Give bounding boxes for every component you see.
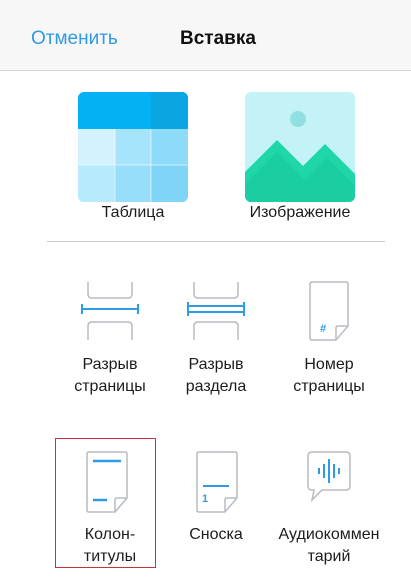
section-divider	[47, 241, 385, 242]
header-footer-button[interactable]: Колон- титулы	[55, 450, 165, 568]
table-icon	[78, 92, 188, 202]
header-footer-label-line2: титулы	[83, 548, 137, 565]
footnote-button[interactable]: 1 Сноска	[161, 450, 271, 546]
header-footer-label-line1: Колон-	[84, 526, 136, 543]
page-number-icon: #	[309, 281, 349, 341]
insert-table-button[interactable]: Таблица	[63, 92, 203, 222]
page-number-label-line1: Номер	[304, 356, 354, 373]
section-break-icon	[187, 282, 245, 340]
insert-table-label: Таблица	[101, 204, 165, 221]
page-break-label-line2: страницы	[74, 378, 146, 395]
svg-text:1: 1	[202, 493, 208, 505]
page-break-label-line1: Разрыв	[82, 356, 138, 373]
section-break-label-line1: Разрыв	[188, 356, 244, 373]
audio-comment-label-line2: тарий	[307, 548, 351, 565]
page-number-label-line2: страницы	[293, 378, 365, 395]
insert-image-label: Изображение	[249, 204, 351, 221]
audio-comment-button[interactable]: Аудиокоммен тарий	[274, 450, 384, 568]
top-bar: Отменить Вставка	[0, 0, 411, 71]
cancel-button[interactable]: Отменить	[31, 28, 118, 50]
header-footer-icon	[86, 451, 128, 513]
page-title: Вставка	[180, 28, 256, 49]
page-break-icon	[81, 282, 139, 340]
audio-comment-label-line1: Аудиокоммен	[278, 526, 380, 543]
page-break-button[interactable]: Разрыв страницы	[55, 280, 165, 398]
insert-image-button[interactable]: Изображение	[230, 92, 370, 222]
section-break-button[interactable]: Разрыв раздела	[161, 280, 271, 398]
svg-text:#: #	[320, 323, 326, 335]
section-break-label-line2: раздела	[185, 378, 247, 395]
image-icon	[245, 92, 355, 202]
footnote-label-line1: Сноска	[189, 526, 243, 543]
audio-comment-icon	[307, 451, 351, 503]
page-number-button[interactable]: # Номер страницы	[274, 280, 384, 398]
footnote-icon: 1	[196, 451, 238, 513]
